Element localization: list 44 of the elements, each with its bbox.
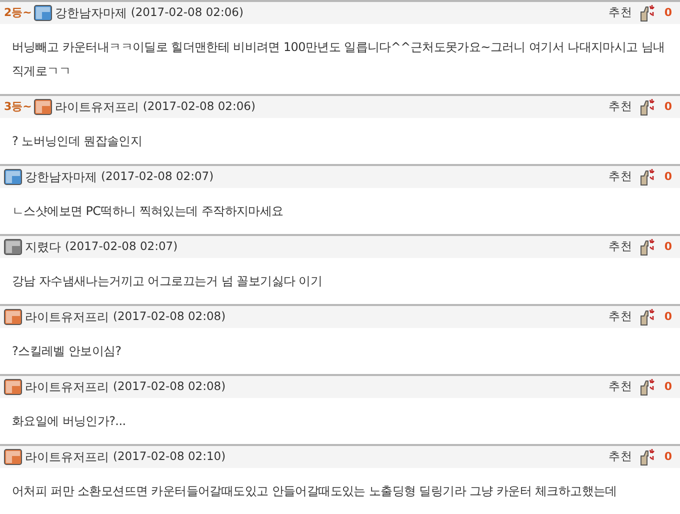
comment-text: 강남 자수냄새나는거끼고 어그로끄는거 넘 꼴보기싫다 이기	[11, 273, 324, 290]
recommend-label[interactable]: 추천	[608, 238, 632, 256]
thumbs-up-icon[interactable]	[638, 238, 656, 256]
vote-count: 0	[664, 378, 672, 395]
rank-label: 3등~	[4, 98, 32, 115]
comment-time: (2017-02-08 02:07)	[101, 168, 214, 186]
author-name[interactable]: 라이트유저프리	[54, 98, 139, 116]
comment-time: (2017-02-08 02:07)	[65, 238, 178, 256]
comment-time: (2017-02-08 02:08)	[113, 308, 226, 326]
author-name[interactable]: 강한남자마제	[54, 4, 127, 22]
comment-text: ㄴ스샷에보면 PC떡하니 찍혀있는데 주작하지마세요	[11, 203, 284, 220]
author-name[interactable]: 지렸다	[25, 238, 61, 256]
vote-count: 0	[664, 238, 672, 255]
vote-count: 0	[664, 308, 672, 325]
comment-text: 버닝빼고 카운터내ㅋㅋ이딜로 힐더맨한테 비비려면 100만년도 일릅니다^^근처도못가요~그러니 여기서 나대지마시고 님내직게로ㄱㄱ	[11, 39, 666, 80]
thumbs-up-icon[interactable]	[638, 4, 656, 22]
recommend-label[interactable]: 추천	[608, 448, 632, 466]
comment-time: (2017-02-08 02:06)	[130, 4, 244, 22]
comment-time: (2017-02-08 02:10)	[113, 448, 226, 466]
thumbs-up-icon[interactable]	[638, 378, 656, 396]
recommend-label[interactable]: 추천	[608, 98, 632, 116]
comment-text: ? 노버닝인데 뭔잡솔인지	[11, 133, 144, 150]
thumbs-up-icon[interactable]	[638, 98, 656, 116]
comment-text: 화요일에 버닝인가?...	[11, 413, 127, 430]
thumbs-up-icon[interactable]	[638, 308, 656, 326]
recommend-label[interactable]: 추천	[608, 308, 632, 326]
comment-text: ?스킬레벨 안보이심?	[11, 343, 122, 360]
thumbs-up-icon[interactable]	[638, 448, 656, 466]
author-name[interactable]: 라이트유저프리	[25, 378, 109, 396]
recommend-label[interactable]: 추천	[608, 4, 632, 22]
thumbs-up-icon[interactable]	[638, 168, 656, 186]
vote-count: 0	[664, 448, 672, 465]
comment-time: (2017-02-08 02:08)	[113, 378, 226, 396]
vote-count: 0	[664, 168, 672, 185]
comment-text: 어처피 퍼만 소환모션뜨면 카운터들어갈때도있고 안들어갈때도있는 노출딩형 딜링기라 그냥 카운터 체크하고했는데	[11, 483, 618, 500]
vote-count: 0	[664, 4, 672, 21]
author-name[interactable]: 강한남자마제	[25, 168, 97, 186]
author-name[interactable]: 라이트유저프리	[25, 448, 109, 466]
recommend-label[interactable]: 추천	[608, 168, 632, 186]
rank-label: 2등~	[4, 4, 32, 21]
recommend-label[interactable]: 추천	[608, 378, 632, 396]
author-name[interactable]: 라이트유저프리	[25, 308, 109, 326]
vote-count: 0	[664, 98, 672, 115]
comment-time: (2017-02-08 02:06)	[142, 98, 256, 116]
